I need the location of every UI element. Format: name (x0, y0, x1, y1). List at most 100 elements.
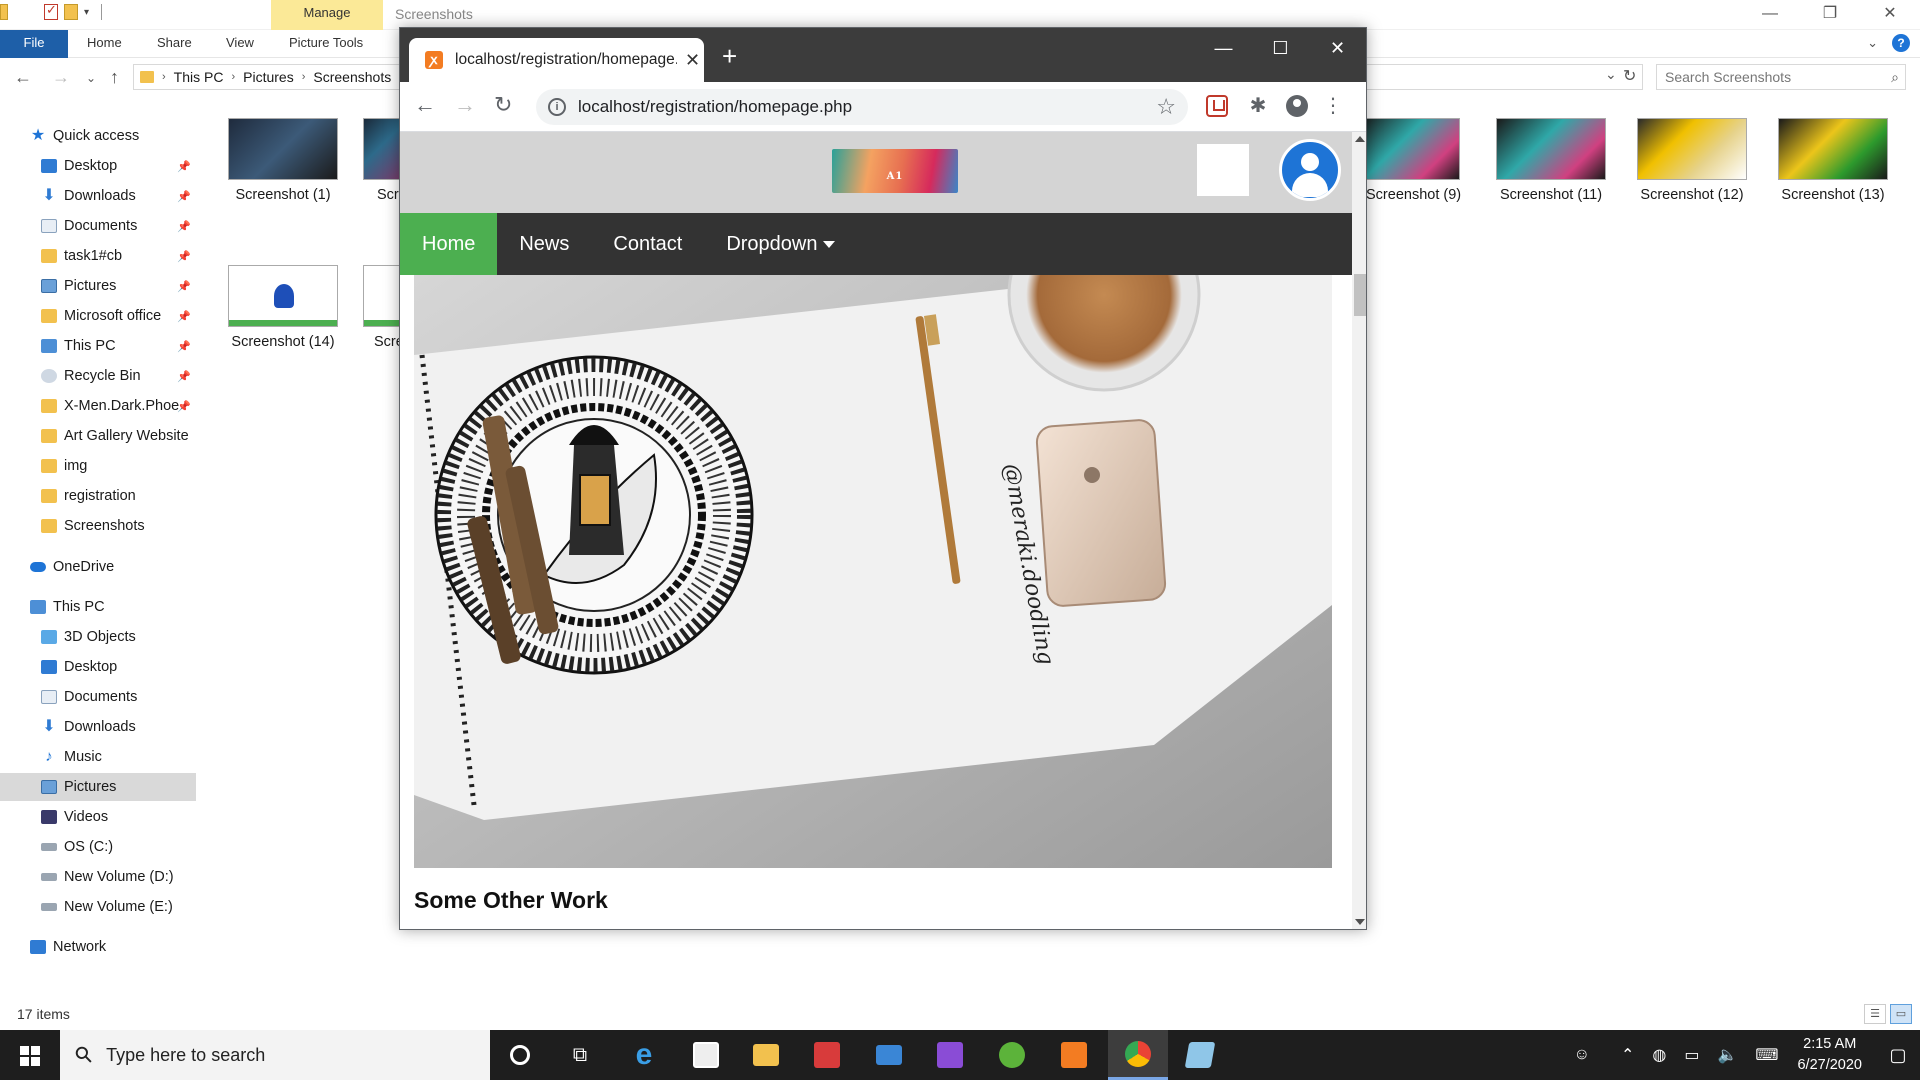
nav-contact[interactable]: Contact (591, 213, 704, 275)
sidebar-item-pc-documents[interactable]: Documents (0, 683, 196, 711)
file-thumbnail[interactable]: Screenshot (13) (1777, 118, 1889, 203)
search-input[interactable]: Search Screenshots ⌕ (1656, 64, 1906, 90)
gift-app-icon[interactable] (797, 1030, 857, 1080)
details-view-icon[interactable]: ☰ (1864, 1004, 1886, 1024)
notepad-icon[interactable] (1170, 1030, 1230, 1080)
user-avatar-icon[interactable] (1279, 139, 1341, 201)
sidebar-item-pictures[interactable]: Pictures 📌 (0, 272, 196, 300)
close-icon[interactable]: ✕ (1309, 28, 1366, 68)
edge-icon[interactable]: e (614, 1030, 674, 1080)
battery-icon[interactable]: ▭ (1684, 1045, 1699, 1065)
keyboard-icon[interactable]: ⌨ (1755, 1045, 1778, 1065)
sidebar-item-videos[interactable]: Videos (0, 803, 196, 831)
sidebar-item-music[interactable]: ♪ Music (0, 743, 196, 771)
utorrent-icon[interactable] (982, 1030, 1042, 1080)
volume-icon[interactable]: 🔈 (1717, 1045, 1737, 1065)
tab-view[interactable]: View (226, 30, 254, 58)
chevron-right-icon[interactable]: › (302, 71, 306, 83)
chevron-up-icon[interactable]: ⌃ (1621, 1045, 1634, 1065)
file-thumbnail[interactable]: Screenshot (12) (1636, 118, 1748, 203)
xampp-icon[interactable] (1044, 1030, 1104, 1080)
extensions-puzzle-icon[interactable]: ✱ (1247, 95, 1269, 117)
close-tab-icon[interactable]: ✕ (685, 50, 700, 71)
site-info-icon[interactable]: i (548, 98, 566, 116)
bookmark-star-icon[interactable]: ☆ (1156, 94, 1176, 120)
file-thumbnail[interactable]: Screenshot (1) (227, 118, 339, 203)
file-thumbnail[interactable]: Scre (363, 265, 403, 350)
sidebar-item-volume-d[interactable]: New Volume (D:) (0, 863, 196, 891)
file-thumbnail[interactable]: Scr (363, 118, 403, 203)
sidebar-item-onedrive[interactable]: OneDrive (0, 553, 196, 581)
back-arrow-icon[interactable]: ← (14, 67, 32, 88)
nav-news[interactable]: News (497, 213, 591, 275)
customize-toolbar-icon[interactable]: ▾ (84, 7, 89, 18)
sidebar-item-recycle-bin[interactable]: Recycle Bin 📌 (0, 362, 196, 390)
sidebar-item-art-gallery[interactable]: Art Gallery Website (0, 422, 196, 450)
sidebar-item-screenshots[interactable]: Screenshots (0, 512, 196, 540)
file-thumbnail[interactable]: Screenshot (14) (227, 265, 339, 350)
sidebar-item-os-c[interactable]: OS (C:) (0, 833, 196, 861)
mail-icon[interactable] (859, 1030, 919, 1080)
large-icons-view-icon[interactable]: ▭ (1890, 1004, 1912, 1024)
up-arrow-icon[interactable]: ↑ (110, 67, 119, 88)
sidebar-item-this-pc-quick[interactable]: This PC 📌 (0, 332, 196, 360)
nav-home[interactable]: Home (400, 213, 498, 275)
forward-arrow-icon[interactable]: → (52, 67, 70, 88)
people-icon[interactable]: ☺ (1574, 1046, 1590, 1064)
new-tab-icon[interactable]: + (722, 43, 737, 69)
file-explorer-icon[interactable] (736, 1030, 796, 1080)
sidebar-item-task1cb[interactable]: task1#cb 📌 (0, 242, 196, 270)
sidebar-item-documents[interactable]: Documents 📌 (0, 212, 196, 240)
sidebar-item-xmen[interactable]: X-Men.Dark.Phoe 📌 (0, 392, 196, 420)
network-globe-icon[interactable]: ◍ (1652, 1045, 1666, 1065)
sidebar-item-desktop[interactable]: Desktop 📌 (0, 152, 196, 180)
browser-tab[interactable]: ꭗ localhost/registration/homepage.php ✕ (409, 38, 704, 82)
start-button[interactable] (0, 1030, 60, 1080)
sidebar-item-volume-e[interactable]: New Volume (E:) (0, 893, 196, 921)
sidebar-item-quick-access[interactable]: ★ Quick access (0, 122, 196, 150)
sidebar-item-downloads[interactable]: ⬇ Downloads 📌 (0, 182, 196, 210)
address-dropdown-icon[interactable]: ⌄ (1605, 66, 1617, 83)
back-arrow-icon[interactable]: ← (414, 93, 436, 117)
scroll-down-icon[interactable] (1355, 919, 1365, 925)
nav-dropdown[interactable]: Dropdown (704, 213, 857, 275)
cortana-icon[interactable] (490, 1030, 550, 1080)
scroll-up-icon[interactable] (1355, 136, 1365, 142)
tab-picture-tools[interactable]: Picture Tools (289, 30, 363, 58)
sidebar-item-microsoft-office[interactable]: Microsoft office 📌 (0, 302, 196, 330)
profile-icon[interactable] (1286, 95, 1308, 117)
file-thumbnail[interactable]: Screenshot (9) (1360, 118, 1461, 203)
tab-share[interactable]: Share (157, 30, 192, 58)
action-center-icon[interactable]: ▢ (1876, 1030, 1920, 1080)
properties-icon[interactable] (44, 2, 58, 20)
menu-kebab-icon[interactable]: ⋮ (1322, 95, 1344, 117)
store-icon[interactable] (676, 1030, 736, 1080)
close-icon[interactable]: ✕ (1860, 0, 1920, 30)
sidebar-item-network[interactable]: Network (0, 933, 196, 961)
chrome-icon[interactable] (1108, 1030, 1168, 1080)
address-bar[interactable]: i localhost/registration/homepage.php ☆ (536, 89, 1188, 125)
sidebar-item-img[interactable]: img (0, 452, 196, 480)
sidebar-item-registration[interactable]: registration (0, 482, 196, 510)
taskbar-search-box[interactable]: ⚲ Type here to search (60, 1030, 490, 1080)
help-icon[interactable]: ? (1892, 34, 1910, 52)
breadcrumb-this-pc[interactable]: This PC (174, 69, 224, 85)
file-thumbnail[interactable]: Screenshot (11) (1495, 118, 1607, 203)
sidebar-item-3d-objects[interactable]: 3D Objects (0, 623, 196, 651)
folder-icon[interactable] (0, 4, 8, 20)
recent-locations-icon[interactable]: ⌄ (86, 71, 96, 85)
manage-contextual-tab[interactable]: Manage (271, 0, 383, 30)
breadcrumb-screenshots[interactable]: Screenshots (313, 69, 391, 85)
chevron-right-icon[interactable]: › (162, 71, 166, 83)
scrollbar-thumb[interactable] (1354, 274, 1366, 316)
sidebar-item-this-pc[interactable]: This PC (0, 593, 196, 621)
chevron-right-icon[interactable]: › (231, 71, 235, 83)
sidebar-item-pc-desktop[interactable]: Desktop (0, 653, 196, 681)
tab-home[interactable]: Home (87, 30, 122, 58)
tab-file[interactable]: File (0, 30, 68, 58)
restore-icon[interactable]: ❐ (1800, 0, 1860, 30)
minimize-icon[interactable]: — (1740, 0, 1800, 30)
sidebar-item-pc-pictures[interactable]: Pictures (0, 773, 196, 801)
visual-studio-icon[interactable] (920, 1030, 980, 1080)
refresh-icon[interactable]: ↻ (1623, 66, 1636, 86)
